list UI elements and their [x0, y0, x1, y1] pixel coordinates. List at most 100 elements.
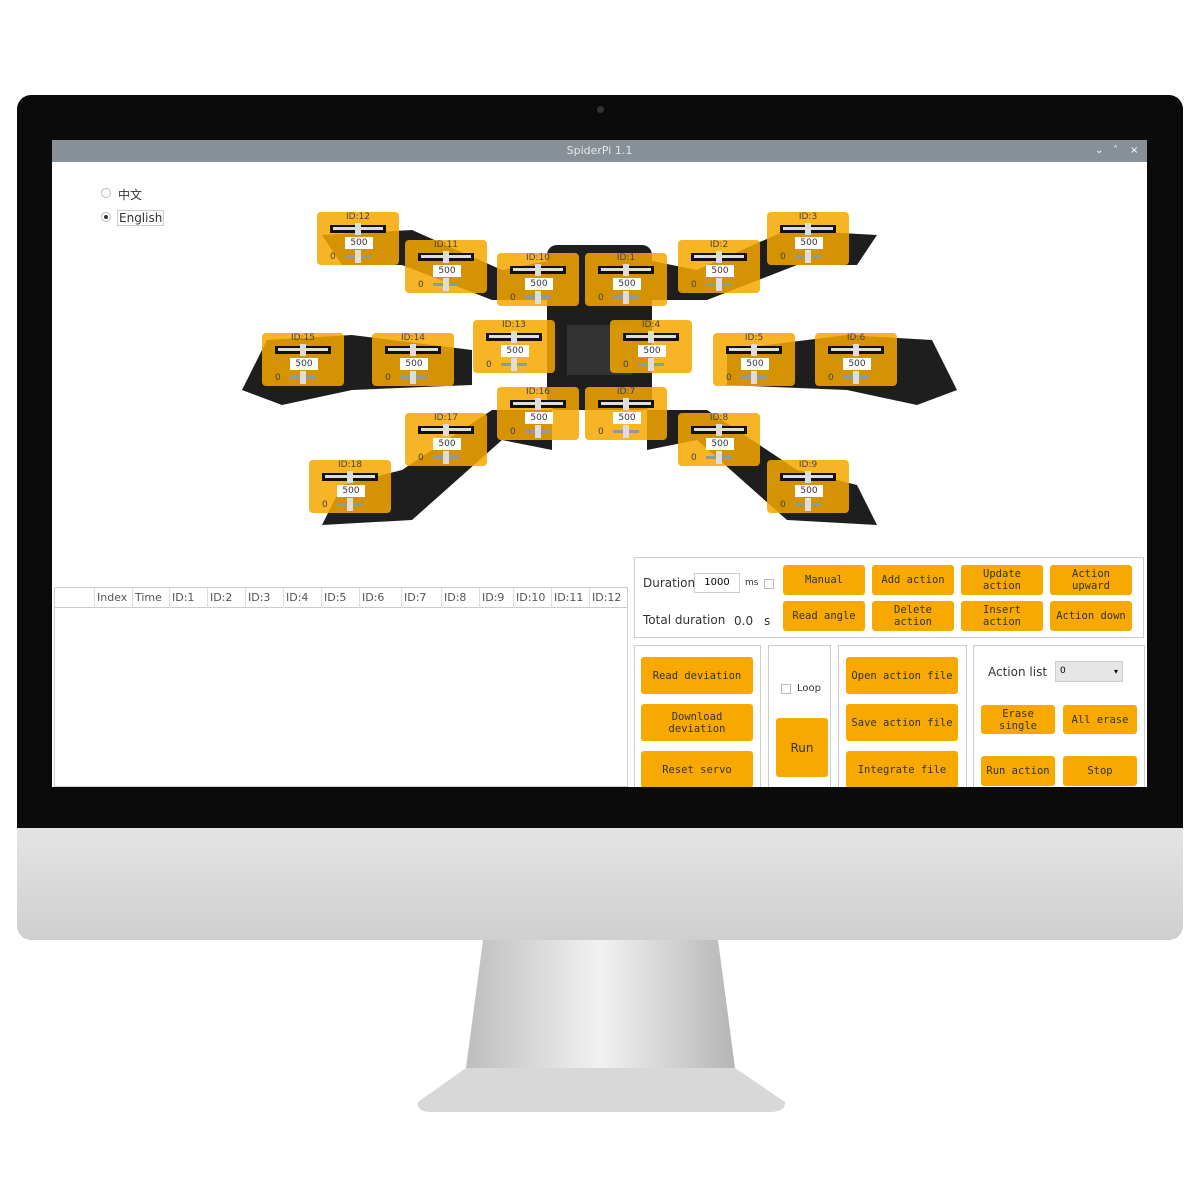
slider-handle[interactable]	[535, 398, 541, 410]
servo-deviation-slider[interactable]	[525, 291, 551, 304]
column-header[interactable]: Index	[94, 588, 127, 608]
servo-position-slider[interactable]	[418, 424, 474, 436]
servo-position-slider[interactable]	[780, 471, 836, 483]
slider-handle[interactable]	[805, 471, 811, 483]
servo-position-slider[interactable]	[330, 223, 386, 235]
read-deviation-button[interactable]: Read deviation	[641, 657, 753, 694]
servo-position-slider[interactable]	[691, 424, 747, 436]
servo-deviation-slider[interactable]	[501, 358, 527, 371]
slider-handle[interactable]	[853, 371, 859, 384]
servo-position-slider[interactable]	[726, 344, 782, 356]
insert-action-button[interactable]: Insert action	[961, 601, 1043, 631]
slider-handle[interactable]	[648, 331, 654, 343]
column-header[interactable]: ID:4	[283, 588, 308, 608]
slider-handle[interactable]	[751, 371, 757, 384]
servo-value-field[interactable]: 500	[706, 438, 734, 450]
servo-deviation-slider[interactable]	[337, 498, 363, 511]
slider-handle[interactable]	[410, 371, 416, 384]
slider-handle[interactable]	[623, 398, 629, 410]
servo-position-slider[interactable]	[598, 264, 654, 276]
action-table[interactable]: Index Time ID:1 ID:2 ID:3 ID:4 ID:5 ID:6 ID:7 ID:…	[54, 587, 628, 787]
slider-handle[interactable]	[805, 250, 811, 263]
servo-value-field[interactable]: 500	[525, 412, 553, 424]
slider-handle[interactable]	[623, 425, 629, 438]
slider-handle[interactable]	[716, 451, 722, 464]
servo-position-slider[interactable]	[598, 398, 654, 410]
slider-handle[interactable]	[443, 424, 449, 436]
download-deviation-button[interactable]: Download deviation	[641, 704, 753, 741]
servo-position-slider[interactable]	[828, 344, 884, 356]
slider-handle[interactable]	[751, 344, 757, 356]
slider-handle[interactable]	[716, 424, 722, 436]
slider-handle[interactable]	[300, 371, 306, 384]
action-down-button[interactable]: Action down	[1050, 601, 1132, 631]
column-header[interactable]: ID:7	[401, 588, 426, 608]
column-header[interactable]: ID:1	[169, 588, 194, 608]
servo-value-field[interactable]: 500	[795, 485, 823, 497]
servo-deviation-slider[interactable]	[741, 371, 767, 384]
slider-handle[interactable]	[347, 498, 353, 511]
servo-value-field[interactable]: 500	[613, 278, 641, 290]
servo-value-field[interactable]: 500	[638, 345, 666, 357]
column-header[interactable]: Time	[132, 588, 162, 608]
manual-button[interactable]: Manual	[783, 565, 865, 595]
servo-value-field[interactable]: 500	[337, 485, 365, 497]
slider-handle[interactable]	[443, 451, 449, 464]
servo-position-slider[interactable]	[780, 223, 836, 235]
all-erase-button[interactable]: All erase	[1063, 705, 1137, 734]
servo-deviation-slider[interactable]	[400, 371, 426, 384]
slider-handle[interactable]	[443, 278, 449, 291]
run-action-button[interactable]: Run action	[981, 756, 1055, 786]
duration-checkbox[interactable]	[764, 579, 774, 589]
column-header[interactable]: ID:2	[207, 588, 232, 608]
reset-servo-button[interactable]: Reset servo	[641, 751, 753, 787]
servo-value-field[interactable]: 500	[400, 358, 428, 370]
servo-value-field[interactable]: 500	[795, 237, 823, 249]
slider-handle[interactable]	[853, 344, 859, 356]
stop-button[interactable]: Stop	[1063, 756, 1137, 786]
servo-deviation-slider[interactable]	[613, 291, 639, 304]
servo-deviation-slider[interactable]	[613, 425, 639, 438]
delete-action-button[interactable]: Delete action	[872, 601, 954, 631]
servo-deviation-slider[interactable]	[795, 498, 821, 511]
column-header[interactable]: ID:9	[479, 588, 504, 608]
servo-value-field[interactable]: 500	[501, 345, 529, 357]
erase-single-button[interactable]: Erase single	[981, 705, 1055, 734]
servo-deviation-slider[interactable]	[795, 250, 821, 263]
servo-deviation-slider[interactable]	[706, 278, 732, 291]
slider-handle[interactable]	[648, 358, 654, 371]
slider-handle[interactable]	[355, 250, 361, 263]
slider-handle[interactable]	[623, 264, 629, 276]
servo-value-field[interactable]: 500	[290, 358, 318, 370]
slider-handle[interactable]	[511, 331, 517, 343]
slider-handle[interactable]	[535, 425, 541, 438]
integrate-file-button[interactable]: Integrate file	[846, 751, 958, 787]
servo-position-slider[interactable]	[691, 251, 747, 263]
servo-position-slider[interactable]	[322, 471, 378, 483]
slider-handle[interactable]	[443, 251, 449, 263]
servo-deviation-slider[interactable]	[525, 425, 551, 438]
servo-value-field[interactable]: 500	[843, 358, 871, 370]
column-header[interactable]: ID:5	[321, 588, 346, 608]
column-header[interactable]: ID:12	[589, 588, 621, 608]
column-header[interactable]: ID:6	[359, 588, 384, 608]
servo-position-slider[interactable]	[275, 344, 331, 356]
slider-handle[interactable]	[716, 251, 722, 263]
slider-handle[interactable]	[805, 498, 811, 511]
save-action-file-button[interactable]: Save action file	[846, 704, 958, 741]
servo-value-field[interactable]: 500	[433, 265, 461, 277]
servo-value-field[interactable]: 500	[525, 278, 553, 290]
column-header[interactable]: ID:11	[551, 588, 583, 608]
column-header[interactable]: ID:8	[441, 588, 466, 608]
servo-position-slider[interactable]	[486, 331, 542, 343]
read-angle-button[interactable]: Read angle	[783, 601, 865, 631]
action-list-select[interactable]: 0 ▾	[1055, 661, 1123, 682]
servo-position-slider[interactable]	[385, 344, 441, 356]
servo-deviation-slider[interactable]	[706, 451, 732, 464]
slider-handle[interactable]	[535, 291, 541, 304]
servo-value-field[interactable]: 500	[706, 265, 734, 277]
servo-position-slider[interactable]	[510, 264, 566, 276]
servo-position-slider[interactable]	[510, 398, 566, 410]
slider-handle[interactable]	[355, 223, 361, 235]
loop-checkbox[interactable]	[781, 684, 791, 694]
